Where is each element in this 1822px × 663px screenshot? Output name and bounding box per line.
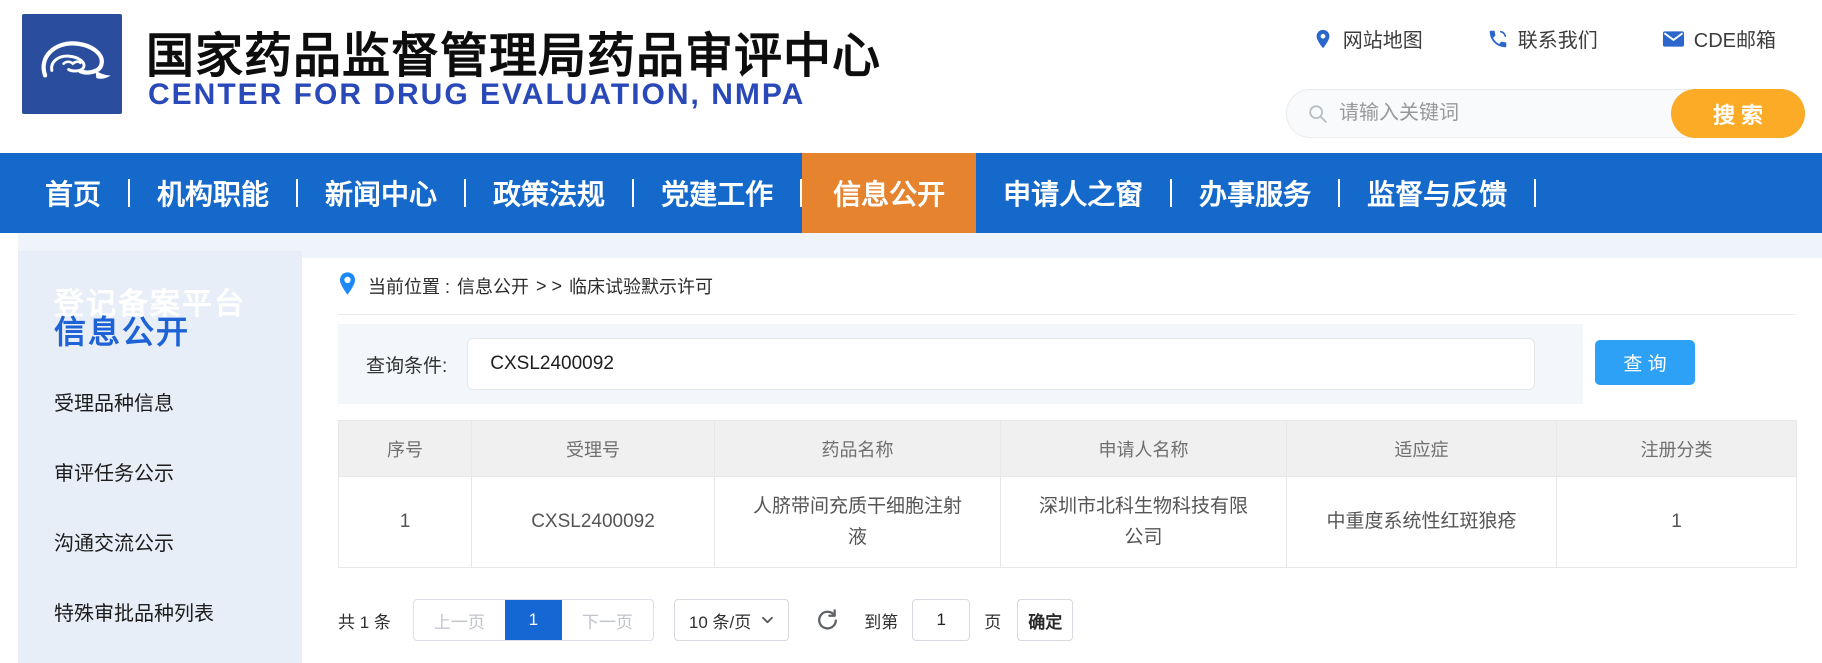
site-header: 国家药品监督管理局药品审评中心 CENTER FOR DRUG EVALUATI… [0, 0, 1822, 153]
nav-item-services[interactable]: 办事服务 [1172, 153, 1338, 233]
col-header-drug-name: 药品名称 [715, 421, 1001, 477]
table-header-row: 序号 受理号 药品名称 申请人名称 适应症 注册分类 [339, 421, 1797, 477]
col-header-applicant: 申请人名称 [1001, 421, 1287, 477]
pager-group: 上一页 1 下一页 [413, 599, 654, 641]
query-row: 查询条件: 查 询 [338, 324, 1822, 404]
nav-item-party-building[interactable]: 党建工作 [634, 153, 800, 233]
main-nav: 首页 机构职能 新闻中心 政策法规 党建工作 信息公开 申请人之窗 办事服务 监… [0, 153, 1822, 233]
breadcrumb-pin-icon [338, 271, 368, 301]
sidebar-item-review-tasks[interactable]: 审评任务公示 [18, 436, 302, 506]
cde-logo [22, 14, 122, 114]
goto-page-input[interactable] [912, 599, 970, 641]
cell-drug-name: 人脐带间充质干细胞注射液 [715, 477, 1001, 568]
page-unit-label: 页 [984, 608, 1001, 633]
sidebar-item-communication[interactable]: 沟通交流公示 [18, 506, 302, 576]
header-quick-links: 网站地图 联系我们 CDE邮箱 [1312, 24, 1776, 53]
refresh-icon[interactable] [815, 608, 840, 633]
nav-item-applicant-window[interactable]: 申请人之窗 [976, 153, 1170, 233]
sidebar-item-priority-review[interactable]: 优先审评公示 [18, 646, 302, 663]
col-header-reg-category: 注册分类 [1557, 421, 1797, 477]
cde-mail-label: CDE邮箱 [1694, 24, 1776, 53]
goto-page-label: 到第 [864, 608, 898, 633]
pagination-total: 共 1 条 [338, 608, 391, 633]
search-icon [1307, 103, 1329, 130]
location-pin-icon [1312, 27, 1334, 51]
search-button[interactable]: 搜索 [1671, 89, 1805, 138]
current-page-button[interactable]: 1 [505, 600, 562, 640]
next-page-button[interactable]: 下一页 [562, 600, 653, 640]
breadcrumb-label: 当前位置 : [368, 273, 450, 299]
col-header-seq: 序号 [339, 421, 472, 477]
contact-label: 联系我们 [1518, 24, 1598, 53]
page-size-select[interactable]: 10 条/页 [674, 599, 789, 641]
col-header-acceptance-no: 受理号 [472, 421, 715, 477]
logo-swirl-icon [30, 20, 114, 109]
nav-separator [1534, 179, 1536, 207]
site-title: 国家药品监督管理局药品审评中心 [146, 16, 881, 86]
contact-link[interactable]: 联系我们 [1487, 24, 1598, 53]
site-search-bar: 搜索 [1286, 89, 1805, 138]
query-panel: 查询条件: [338, 324, 1583, 404]
nav-item-info-disclosure[interactable]: 信息公开 [802, 153, 976, 233]
sidebar: 登记备案平台 信息公开 受理品种信息 审评任务公示 沟通交流公示 特殊审批品种列… [18, 251, 302, 663]
cell-applicant: 深圳市北科生物科技有限公司 [1001, 477, 1287, 568]
sitemap-link[interactable]: 网站地图 [1312, 24, 1423, 53]
col-header-indication: 适应症 [1287, 421, 1557, 477]
breadcrumb: 当前位置 : 信息公开 > > 临床试验默示许可 [338, 258, 1796, 315]
breadcrumb-section[interactable]: 信息公开 [457, 273, 529, 299]
nav-item-org-functions[interactable]: 机构职能 [130, 153, 296, 233]
sidebar-menu: 受理品种信息 审评任务公示 沟通交流公示 特殊审批品种列表 优先审评公示 [18, 366, 302, 663]
breadcrumb-separator: > > [536, 276, 562, 297]
table-row: 1 CXSL2400092 人脐带间充质干细胞注射液 深圳市北科生物科技有限公司… [339, 477, 1797, 568]
results-table: 序号 受理号 药品名称 申请人名称 适应症 注册分类 1 CXSL2400092… [338, 420, 1797, 568]
sidebar-item-special-approval[interactable]: 特殊审批品种列表 [18, 576, 302, 646]
query-condition-label: 查询条件: [366, 351, 447, 378]
nav-item-policies[interactable]: 政策法规 [466, 153, 632, 233]
chevron-down-icon [761, 610, 774, 630]
breadcrumb-current: 临床试验默示许可 [569, 273, 713, 299]
query-button[interactable]: 查 询 [1595, 340, 1695, 385]
sidebar-title: 信息公开 [54, 307, 302, 353]
nav-item-home[interactable]: 首页 [18, 153, 128, 233]
confirm-button[interactable]: 确定 [1017, 599, 1073, 641]
nav-item-supervision-feedback[interactable]: 监督与反馈 [1340, 153, 1534, 233]
left-gutter [0, 233, 18, 663]
page-size-value: 10 条/页 [689, 608, 751, 633]
phone-icon [1487, 28, 1509, 50]
mail-icon [1662, 29, 1685, 49]
cde-mail-link[interactable]: CDE邮箱 [1662, 24, 1776, 53]
site-subtitle: CENTER FOR DRUG EVALUATION, NMPA [148, 78, 805, 112]
pagination-bar: 共 1 条 上一页 1 下一页 10 条/页 到第 页 确定 [338, 599, 1822, 641]
main-content: 当前位置 : 信息公开 > > 临床试验默示许可 查询条件: 查 询 序号 受理… [302, 258, 1822, 663]
cell-acceptance-no: CXSL2400092 [472, 477, 715, 568]
sidebar-item-accepted-varieties[interactable]: 受理品种信息 [18, 366, 302, 436]
query-condition-input[interactable] [467, 338, 1535, 390]
cell-seq: 1 [339, 477, 472, 568]
cell-indication: 中重度系统性红斑狼疮 [1287, 477, 1557, 568]
sitemap-label: 网站地图 [1343, 24, 1423, 53]
search-input[interactable] [1339, 91, 1659, 136]
nav-item-news-center[interactable]: 新闻中心 [298, 153, 464, 233]
prev-page-button[interactable]: 上一页 [414, 600, 505, 640]
page-body: 登记备案平台 信息公开 受理品种信息 审评任务公示 沟通交流公示 特殊审批品种列… [0, 233, 1822, 663]
cell-reg-category: 1 [1557, 477, 1797, 568]
